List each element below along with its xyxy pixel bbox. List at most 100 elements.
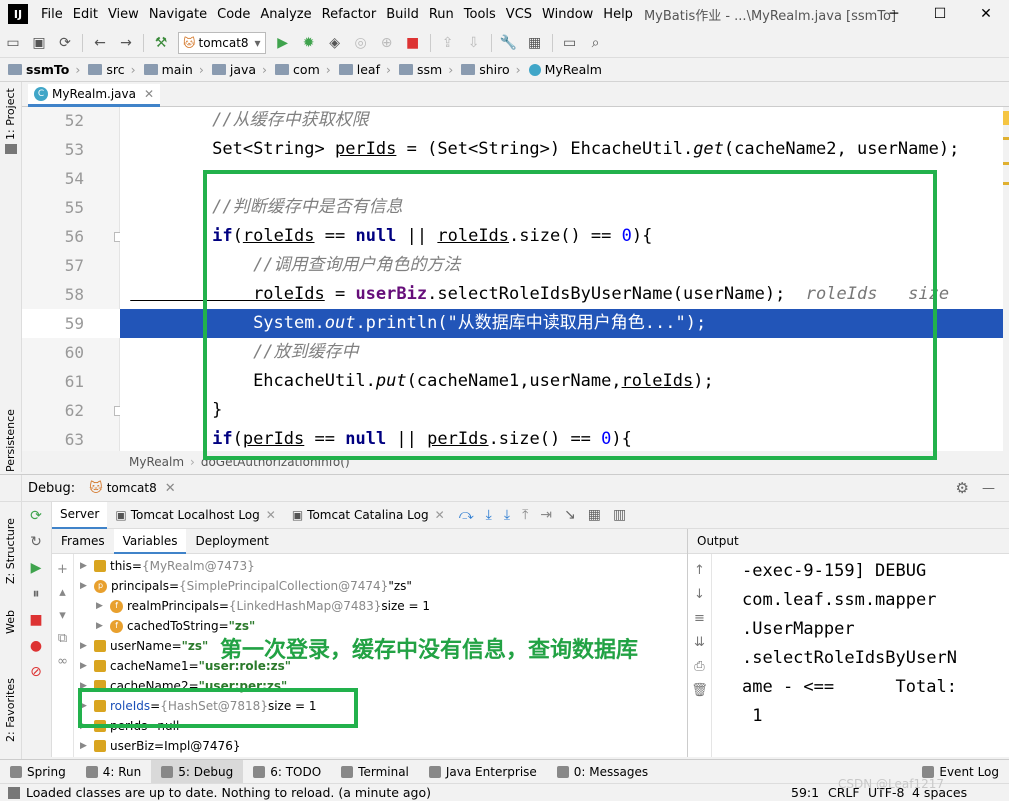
close-tab-icon[interactable]: ✕ <box>144 87 154 101</box>
breadcrumb-shiro[interactable]: shiro › <box>457 62 521 77</box>
breadcrumb-ssmto[interactable]: ssmTo › <box>4 62 80 77</box>
stop-icon[interactable]: ■ <box>402 32 424 54</box>
tool-tab-4-run[interactable]: 4: Run <box>76 760 152 784</box>
menu-view[interactable]: View <box>103 7 144 22</box>
menu-vcs[interactable]: VCS <box>501 7 537 22</box>
close-tab-icon[interactable]: ✕ <box>266 508 276 522</box>
variable-row[interactable]: ▶ userBiz = Impl@7476} <box>80 736 240 756</box>
variable-row[interactable]: ▶ userName = "zs" <box>80 636 208 656</box>
pause-icon[interactable]: ⏸ <box>26 586 46 606</box>
menu-file[interactable]: File <box>36 7 68 22</box>
menu-refactor[interactable]: Refactor <box>317 7 382 22</box>
minimize-icon[interactable]: ─ <box>871 0 917 28</box>
breadcrumb-com[interactable]: com › <box>271 62 331 77</box>
persistence-tool-tab[interactable]: Persistence <box>4 409 17 472</box>
settings-wrench-icon[interactable]: 🔧 <box>498 32 520 54</box>
debug-tab-3[interactable]: ▣ Tomcat Catalina Log ✕ <box>284 502 453 529</box>
menu-tools[interactable]: Tools <box>459 7 501 22</box>
breadcrumb-leaf[interactable]: leaf › <box>335 62 391 77</box>
menu-analyze[interactable]: Analyze <box>255 7 316 22</box>
debug-icon[interactable]: ✹ <box>298 32 320 54</box>
debug-tab-2[interactable]: ▣ Tomcat Localhost Log ✕ <box>107 502 283 529</box>
drop-frame-icon[interactable]: ⇥ <box>540 507 552 523</box>
menu-navigate[interactable]: Navigate <box>144 7 212 22</box>
tool-tab-spring[interactable]: Spring <box>0 760 76 784</box>
terminal-icon[interactable]: ▭ <box>559 32 581 54</box>
search-icon[interactable]: ⌕ <box>585 32 607 54</box>
editor-error-stripe[interactable] <box>1003 107 1009 451</box>
menu-help[interactable]: Help <box>598 7 638 22</box>
code-line[interactable]: //从缓存中获取权限 <box>120 107 1003 135</box>
debug-tab-1[interactable]: Server <box>52 501 108 529</box>
sync-icon[interactable]: ⟳ <box>54 32 76 54</box>
resume-icon[interactable]: ▶ <box>26 560 46 580</box>
class-crumb[interactable]: MyRealm <box>129 455 184 469</box>
soft-wrap-icon[interactable]: ≡ <box>688 611 711 626</box>
expand-arrow-icon[interactable]: ▶ <box>80 736 94 756</box>
project-tool-tab[interactable]: 1: Project <box>4 88 17 140</box>
evaluate-icon[interactable]: ▦ <box>588 507 601 523</box>
restart-icon[interactable]: ↻ <box>26 534 46 554</box>
expand-arrow-icon[interactable]: ▶ <box>96 596 110 616</box>
tab-myrealm-java[interactable]: C MyRealm.java ✕ <box>28 84 161 107</box>
subtab-frames[interactable]: Frames <box>52 529 114 554</box>
menu-code[interactable]: Code <box>212 7 255 22</box>
scroll-down-icon[interactable]: ↓ <box>688 587 711 602</box>
menu-build[interactable]: Build <box>381 7 424 22</box>
step-into-icon[interactable]: ⤓ <box>486 507 492 523</box>
gear-icon[interactable]: ⚙ <box>956 479 969 497</box>
expand-arrow-icon[interactable]: ▶ <box>80 576 94 596</box>
breadcrumb-main[interactable]: main › <box>140 62 204 77</box>
mute-breakpoints-icon[interactable]: ⊘ <box>26 664 46 684</box>
rerun-icon[interactable]: ⟳ <box>26 508 46 528</box>
back-icon[interactable]: ← <box>89 32 111 54</box>
expand-arrow-icon[interactable]: ▶ <box>96 616 110 636</box>
run-config-select[interactable]: 🐱 tomcat8 ▾ <box>178 31 266 54</box>
stop-icon[interactable]: ■ <box>26 612 46 632</box>
attach-icon[interactable]: ⊕ <box>376 32 398 54</box>
debug-session-tab[interactable]: tomcat8 <box>107 481 157 495</box>
step-over-icon[interactable]: ⤼ <box>459 507 474 523</box>
scroll-up-icon[interactable]: ↑ <box>688 563 711 578</box>
subtab-deployment[interactable]: Deployment <box>186 529 277 554</box>
force-step-into-icon[interactable]: ⤓ <box>504 507 510 523</box>
add-watch-icon[interactable]: + <box>52 562 73 577</box>
tool-tab-terminal[interactable]: Terminal <box>331 760 419 784</box>
build-hammer-icon[interactable]: ⚒ <box>150 32 172 54</box>
breadcrumb-src[interactable]: src › <box>84 62 136 77</box>
variable-row[interactable]: ▶ this = {MyRealm@7473} <box>80 556 255 576</box>
cursor-position[interactable]: 59:1 <box>791 785 819 800</box>
favorites-tool-tab[interactable]: 2: Favorites <box>4 678 17 742</box>
tool-tab-6-todo[interactable]: 6: TODO <box>243 760 331 784</box>
view-breakpoints-icon[interactable]: ● <box>26 638 46 658</box>
save-icon[interactable]: ▣ <box>28 32 50 54</box>
clear-icon[interactable]: 🗑 <box>688 683 711 698</box>
menu-run[interactable]: Run <box>424 7 459 22</box>
subtab-variables[interactable]: Variables <box>113 528 187 554</box>
variable-row[interactable]: ▶ p principals = {SimplePrincipalCollectio… <box>80 576 412 596</box>
layout-icon[interactable]: ▥ <box>613 507 626 523</box>
tool-tab-java-enterprise[interactable]: Java Enterprise <box>419 760 547 784</box>
tool-tab-5-debug[interactable]: 5: Debug <box>151 759 244 784</box>
breadcrumb-myrealm[interactable]: MyRealm <box>525 62 602 77</box>
run-icon[interactable]: ▶ <box>272 32 294 54</box>
up-icon[interactable]: ▴ <box>52 585 73 600</box>
down-icon[interactable]: ▾ <box>52 608 73 623</box>
close-session-icon[interactable]: ✕ <box>165 481 176 496</box>
menu-window[interactable]: Window <box>537 7 598 22</box>
close-tab-icon[interactable]: ✕ <box>435 508 445 522</box>
open-folder-icon[interactable]: ▭ <box>2 32 24 54</box>
breadcrumb-ssm[interactable]: ssm › <box>395 62 453 77</box>
maximize-icon[interactable]: ☐ <box>917 0 963 28</box>
expand-arrow-icon[interactable]: ▶ <box>80 656 94 676</box>
coverage-icon[interactable]: ◈ <box>324 32 346 54</box>
print-icon[interactable]: ⎙ <box>688 659 711 674</box>
tool-tab-0-messages[interactable]: 0: Messages <box>547 760 658 784</box>
variable-row[interactable]: ▶ f realmPrincipals = {LinkedHashMap@7483}… <box>96 596 430 616</box>
forward-icon[interactable]: → <box>115 32 137 54</box>
profile-icon[interactable]: ◎ <box>350 32 372 54</box>
update-icon[interactable]: ⇪ <box>437 32 459 54</box>
close-icon[interactable]: ✕ <box>963 0 1009 28</box>
code-line[interactable]: Set<String> perIds = (Set<String>) Ehcac… <box>120 135 1003 164</box>
menu-edit[interactable]: Edit <box>68 7 103 22</box>
